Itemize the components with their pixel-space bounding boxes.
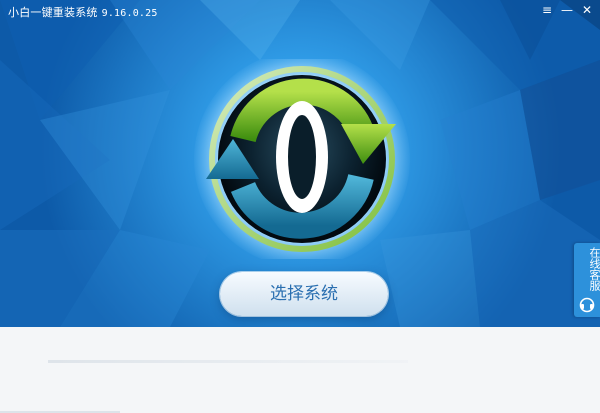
online-service-tab[interactable]: 在线客服 bbox=[574, 243, 600, 317]
title-bar: 小白一键重装系统 9.16.0.25 ≡ — ✕ bbox=[0, 0, 600, 22]
faint-divider bbox=[48, 360, 408, 363]
minimize-icon[interactable]: — bbox=[558, 2, 576, 18]
menu-icon[interactable]: ≡ bbox=[538, 2, 556, 18]
select-system-button[interactable]: 选择系统 bbox=[220, 272, 388, 316]
hero-panel: 小白一键重装系统 9.16.0.25 ≡ — ✕ 选择系统 在线客服 bbox=[0, 0, 600, 327]
app-name: 小白一键重装系统 bbox=[8, 6, 98, 19]
close-icon[interactable]: ✕ bbox=[578, 2, 596, 18]
app-version: 9.16.0.25 bbox=[101, 8, 158, 19]
app-title: 小白一键重装系统 9.16.0.25 bbox=[8, 4, 158, 20]
headset-icon bbox=[579, 297, 595, 313]
online-service-label: 在线客服 bbox=[588, 247, 600, 291]
logo-refresh-icon bbox=[194, 59, 410, 259]
footer-area bbox=[0, 327, 600, 413]
